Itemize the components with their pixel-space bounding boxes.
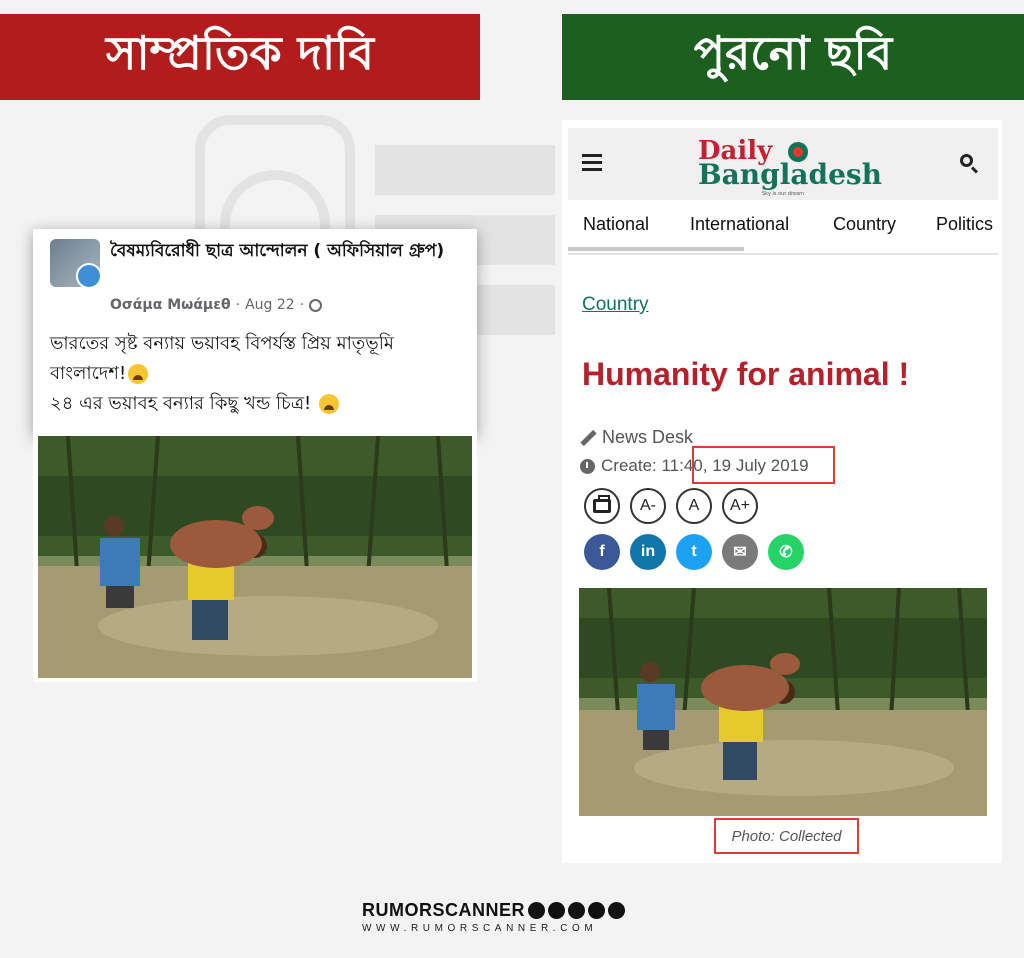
nav-scroll-indicator	[568, 247, 744, 251]
crying-emoji-icon	[128, 364, 149, 384]
post-text: ভারতের সৃষ্ট বন্যায় ভয়াবহ বিপর্যস্ত প্…	[50, 329, 470, 419]
font-increase-button[interactable]: A+	[722, 488, 758, 524]
clock-icon	[580, 458, 595, 474]
facebook-icon[interactable]	[528, 902, 545, 919]
crying-emoji-icon	[319, 394, 340, 414]
group-name[interactable]: বৈষম্যবিরোধী ছাত্র আন্দোলন ( অফিসিয়াল গ…	[110, 239, 450, 264]
share-buttons: f in t ✉ ✆	[584, 534, 804, 570]
nav-tab-country[interactable]: Country	[833, 214, 896, 235]
byline-author: News Desk	[602, 427, 694, 447]
user-avatar[interactable]	[76, 263, 100, 287]
logo-tagline: Sky is our dream	[762, 191, 805, 197]
post-meta: Οσάμα Μωάμεθ · Aug 22 ·	[110, 297, 323, 313]
youtube-icon[interactable]	[548, 902, 565, 919]
nav-divider	[568, 253, 998, 255]
post-date[interactable]: Aug 22	[245, 297, 295, 313]
whatsapp-share-button[interactable]: ✆	[768, 534, 804, 570]
article-flood-photo	[579, 588, 987, 816]
photo-caption: Photo: Collected	[714, 818, 859, 854]
meta-separator: ·	[235, 297, 241, 313]
brand-url[interactable]: WWW.RUMORSCANNER.COM	[362, 923, 662, 934]
print-button[interactable]	[584, 488, 620, 524]
recent-claim-banner: সাম্প্রতিক দাবি	[0, 14, 480, 100]
printer-icon	[593, 495, 611, 513]
twitter-share-button[interactable]: t	[676, 534, 712, 570]
pencil-icon	[580, 430, 596, 446]
linkedin-share-button[interactable]: in	[630, 534, 666, 570]
brand-name[interactable]: RUMORSCANNER	[362, 900, 525, 921]
twitter-icon[interactable]	[568, 902, 585, 919]
nav-tab-international[interactable]: International	[690, 214, 789, 235]
post-text-line1: ভারতের সৃষ্ট বন্যায় ভয়াবহ বিপর্যস্ত প্…	[50, 333, 394, 384]
facebook-post-card: বৈষম্যবিরোধী ছাত্র আন্দোলন ( অফিসিয়াল গ…	[33, 229, 477, 435]
post-author[interactable]: Οσάμα Μωάμεθ	[110, 297, 231, 313]
font-reset-button[interactable]: A	[676, 488, 712, 524]
tiktok-icon[interactable]	[608, 902, 625, 919]
nav-tabs: National International Country Politics	[568, 210, 1002, 252]
article-byline: News Desk	[580, 427, 693, 448]
menu-icon[interactable]	[582, 154, 602, 171]
article-category-link[interactable]: Country	[582, 294, 649, 316]
post-text-line2: ২৪ এর ভয়াবহ বন্যার কিছু খন্ড চিত্র!	[50, 393, 312, 414]
meta-separator: ·	[299, 297, 305, 313]
instagram-icon[interactable]	[588, 902, 605, 919]
claim-flood-photo	[33, 434, 477, 682]
site-logo[interactable]: Daily Bangladesh Sky is our dream	[696, 136, 882, 197]
article-tools: A- A A+	[584, 488, 758, 524]
article-headline: Humanity for animal !	[582, 356, 910, 392]
site-header: Daily Bangladesh Sky is our dream	[568, 128, 998, 200]
group-avatar[interactable]	[50, 239, 100, 287]
globe-icon	[309, 298, 323, 312]
nav-tab-national[interactable]: National	[583, 214, 649, 235]
search-icon[interactable]	[960, 154, 979, 174]
font-decrease-button[interactable]: A-	[630, 488, 666, 524]
brand-row: RUMORSCANNER	[362, 900, 662, 921]
facebook-share-button[interactable]: f	[584, 534, 620, 570]
nav-tab-politics[interactable]: Politics	[936, 214, 993, 235]
email-share-button[interactable]: ✉	[722, 534, 758, 570]
logo-line2: Bangladesh	[698, 158, 883, 191]
date-highlight-box	[692, 446, 835, 484]
old-photo-banner: পুরনো ছবি	[562, 14, 1024, 100]
footer-branding: RUMORSCANNER WWW.RUMORSCANNER.COM	[362, 900, 662, 934]
